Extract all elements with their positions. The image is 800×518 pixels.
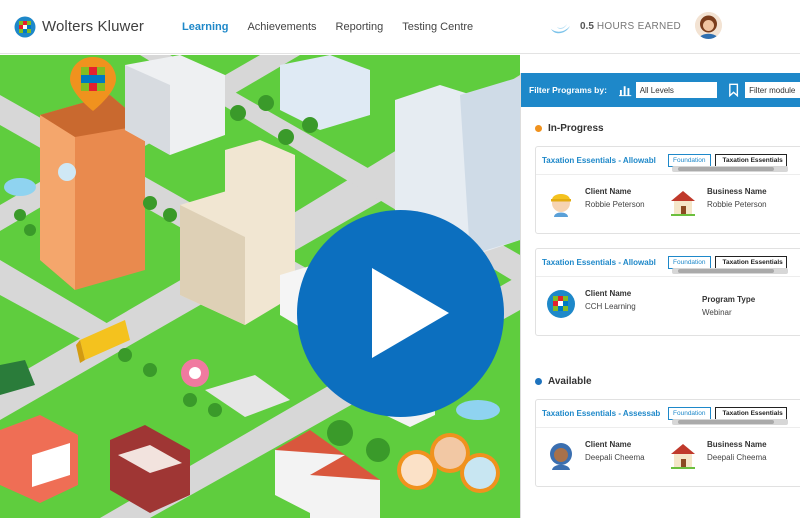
city-illustration [0, 55, 520, 518]
client-column: Client Name Deepali Cheema [546, 440, 645, 470]
section-available: Available [535, 376, 800, 387]
card-title[interactable]: Taxation Essentials - Allowabl [542, 156, 664, 165]
available-dot [535, 378, 542, 385]
filter-label: Filter Programs by: [529, 85, 607, 95]
tags-scrollbar[interactable] [672, 166, 788, 172]
user-avatar-icon [695, 12, 722, 39]
main-nav: Learning Achievements Reporting Testing … [182, 0, 492, 54]
nav-testing-centre[interactable]: Testing Centre [402, 0, 473, 54]
business-column: Business Name Deepali Cheema [668, 440, 767, 470]
client-label: Client Name [585, 187, 632, 196]
client-value: CCH Learning [585, 302, 636, 311]
hours-value: 0.5 [580, 20, 594, 32]
scrollbar-thumb[interactable] [678, 420, 774, 424]
card-header: Taxation Essentials - Assessab Foundatio… [536, 400, 800, 428]
cch-logo-icon [547, 290, 575, 318]
program-card[interactable]: Taxation Essentials - Allowabl Foundatio… [535, 248, 800, 336]
tags-scrollbar[interactable] [672, 419, 788, 425]
in-progress-dot [535, 125, 542, 132]
business-label: Business Name [707, 187, 767, 196]
filter-bar: Filter Programs by: All Levels Filter mo… [521, 73, 800, 107]
module-tag-label: Taxation Essentials [722, 157, 783, 164]
water-drop-icon [551, 24, 570, 34]
hours-earned: 0.5 HOURS EARNED [548, 15, 681, 37]
brand-logo[interactable]: Wolters Kluwer [14, 16, 144, 38]
module-tag-label: Taxation Essentials [722, 410, 783, 417]
woman-avatar-icon [550, 443, 572, 470]
nav-achievements[interactable]: Achievements [247, 0, 316, 54]
top-header: Wolters Kluwer Learning Achievements Rep… [0, 0, 800, 54]
program-card[interactable]: Taxation Essentials - Allowabl Foundatio… [535, 146, 800, 234]
client-value: Deepali Cheema [585, 453, 645, 462]
brand-name: Wolters Kluwer [42, 18, 144, 35]
wolters-kluwer-logo-icon [14, 16, 36, 37]
play-icon [372, 268, 449, 358]
business-column: Business Name Robbie Peterson [668, 187, 767, 217]
client-column: Client Name Robbie Peterson [546, 187, 645, 217]
card-body: Client Name CCH Learning Program Type We… [536, 277, 800, 335]
user-avatar[interactable] [695, 12, 722, 39]
business-value: Robbie Peterson [707, 200, 767, 209]
card-header: Taxation Essentials - Allowabl Foundatio… [536, 249, 800, 277]
client-label: Client Name [585, 440, 632, 449]
level-select[interactable]: All Levels [635, 82, 717, 98]
program-type-column: Program Type Webinar [702, 295, 762, 318]
module-tag-label: Taxation Essentials [722, 259, 783, 266]
scrollbar-thumb[interactable] [678, 269, 774, 273]
program-type-label: Program Type [702, 295, 756, 304]
card-header: Taxation Essentials - Allowabl Foundatio… [536, 147, 800, 175]
play-video-button[interactable] [297, 210, 504, 417]
program-card[interactable]: Taxation Essentials - Assessab Foundatio… [535, 399, 800, 487]
client-value: Robbie Peterson [585, 200, 645, 209]
card-body: Client Name Deepali Cheema Business Name… [536, 428, 800, 486]
bar-chart-icon [618, 86, 631, 97]
module-select[interactable]: Filter module [745, 82, 800, 98]
programs-panel: Filter Programs by: All Levels Filter mo… [520, 73, 800, 518]
house-icon [671, 444, 695, 469]
card-title[interactable]: Taxation Essentials - Assessab [542, 409, 664, 418]
business-value: Deepali Cheema [707, 453, 767, 462]
nav-learning[interactable]: Learning [182, 0, 228, 54]
section-in-progress: In-Progress [535, 123, 800, 134]
bookmark-icon [729, 83, 739, 97]
card-title[interactable]: Taxation Essentials - Allowabl [542, 258, 664, 267]
program-type-value: Webinar [702, 308, 732, 317]
client-label: Client Name [585, 289, 632, 298]
section-available-title: Available [548, 376, 592, 387]
card-body: Client Name Robbie Peterson Business Nam… [536, 175, 800, 233]
construction-worker-avatar-icon [551, 194, 571, 217]
nav-reporting[interactable]: Reporting [336, 0, 384, 54]
house-icon [671, 191, 695, 216]
tags-scrollbar[interactable] [672, 268, 788, 274]
client-column: Client Name CCH Learning [546, 289, 645, 319]
hours-label: HOURS EARNED [596, 20, 682, 32]
scrollbar-thumb[interactable] [678, 167, 774, 171]
business-label: Business Name [707, 440, 767, 449]
section-in-progress-title: In-Progress [548, 123, 604, 134]
